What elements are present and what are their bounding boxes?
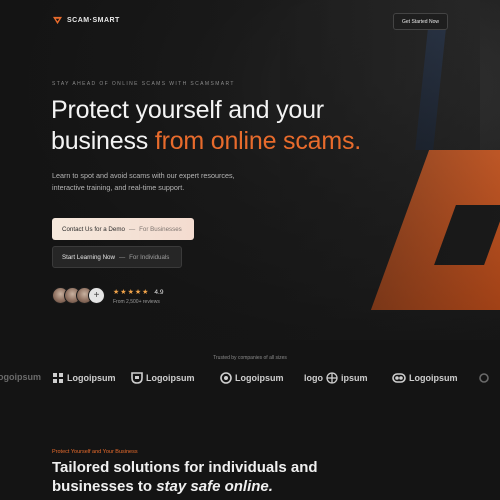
partner-logo <box>478 372 490 384</box>
solutions-eyebrow: Protect Yourself and Your Business <box>52 449 138 455</box>
star-icon: ★ <box>134 289 142 296</box>
partner-logo: Logoipsum <box>220 372 284 384</box>
partner-logo-text: Logoipsum <box>235 373 284 383</box>
sun-logo-icon <box>479 373 489 383</box>
grid-logo-icon <box>53 373 63 383</box>
target-logo-icon <box>326 372 338 384</box>
demo-button-label: Contact Us for a Demo <box>62 225 125 233</box>
trusted-label: Trusted by companies of all sizes <box>213 355 287 361</box>
reviewer-avatars: + <box>52 287 105 304</box>
get-started-button[interactable]: Get Started Now <box>393 13 448 30</box>
brand-logo[interactable]: SCAM·SMART <box>53 16 120 25</box>
headline-accent: from online scams. <box>154 127 362 155</box>
partner-logo: logo ipsum <box>304 372 368 384</box>
hero-subtext: Learn to spot and avoid scams with our e… <box>52 171 235 192</box>
solutions-title-italic: stay safe online. <box>156 477 273 495</box>
top-nav: SCAM·SMART Get Started Now <box>0 0 500 44</box>
brand-name: SCAM·SMART <box>67 17 120 24</box>
star-icon: ★ <box>127 289 134 296</box>
star-icon: ★ <box>120 289 127 296</box>
rating-block: ★ ★ ★ ★ ★ 4.9 From 2,500+ reviews <box>113 289 163 305</box>
partner-logo-text: ogoipsum <box>0 372 41 382</box>
contact-demo-button[interactable]: Contact Us for a Demo — For Businesses <box>52 218 194 240</box>
partner-logo: Logoipsum <box>52 372 116 384</box>
partner-logo-text: Logoipsum <box>146 373 195 383</box>
partner-logo-text: Logoipsum <box>67 373 116 383</box>
partner-logos: ogoipsum Logoipsum Logoipsum Logoipsum l… <box>0 372 500 390</box>
solutions-title: Tailored solutions for individuals and b… <box>52 459 352 496</box>
partner-logo: Logoipsum <box>131 372 195 384</box>
star-icon: ★ <box>142 289 149 296</box>
pill-logo-icon <box>392 373 406 383</box>
dash-separator: — <box>118 253 126 261</box>
learn-button-label: Start Learning Now <box>62 253 115 261</box>
hero-headline: Protect yourself and your business from … <box>51 95 411 157</box>
hero-eyebrow: STAY AHEAD OF ONLINE SCAMS WITH SCAMSMAR… <box>52 81 235 87</box>
flower-logo-icon <box>220 372 232 384</box>
star-icon: ★ <box>113 289 120 296</box>
rating-value: 4.9 <box>154 289 164 296</box>
partner-logo-text: logo <box>304 373 323 383</box>
review-count: From 2,500+ reviews <box>113 299 160 305</box>
logo-icon <box>53 16 62 25</box>
partner-logo: ogoipsum <box>0 372 41 382</box>
partner-logo-text: Logoipsum <box>409 373 458 383</box>
demo-button-sublabel: For Businesses <box>139 225 182 233</box>
partner-logo-text: ipsum <box>341 373 368 383</box>
plus-icon[interactable]: + <box>88 287 105 304</box>
dash-separator: — <box>128 225 136 233</box>
learn-button-sublabel: For Individuals <box>129 253 170 261</box>
partner-logo: Logoipsum <box>392 372 458 384</box>
start-learning-button[interactable]: Start Learning Now — For Individuals <box>52 246 182 268</box>
shield-logo-icon <box>131 372 143 384</box>
